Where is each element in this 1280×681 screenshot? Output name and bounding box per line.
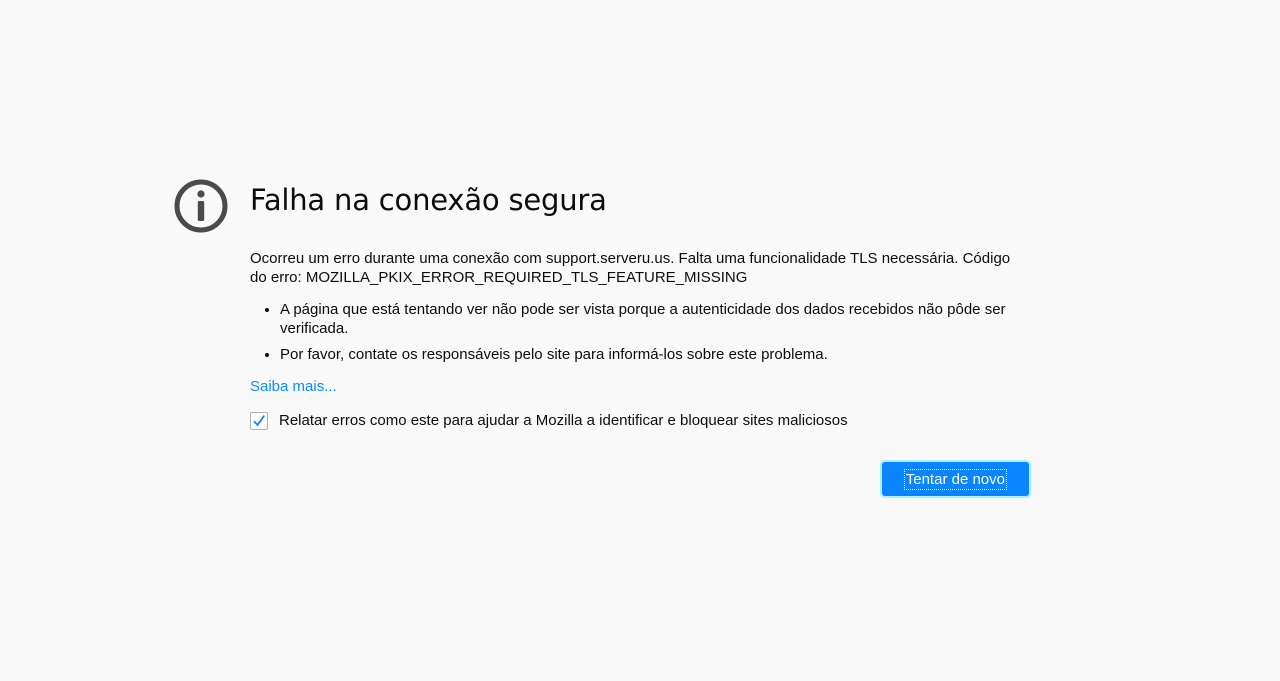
info-icon	[174, 179, 228, 233]
learn-more-link[interactable]: Saiba mais...	[250, 377, 337, 396]
error-description: Ocorreu um erro durante uma conexão com …	[250, 250, 1011, 286]
reason-list: A página que está tentando ver não pode …	[250, 300, 1030, 364]
report-errors-checkbox[interactable]	[250, 411, 268, 430]
report-errors-row: Relatar erros como este para ajudar a Mo…	[250, 411, 1030, 430]
retry-button[interactable]: Tentar de novo	[882, 463, 1028, 495]
button-row: Tentar de novo	[250, 463, 1028, 495]
report-errors-label: Relatar erros como este para ajudar a Mo…	[279, 412, 848, 429]
list-item: Por favor, contate os responsáveis pelo …	[280, 345, 1030, 364]
list-item: A página que está tentando ver não pode …	[280, 300, 1030, 338]
error-content: Falha na conexão segura Ocorreu um erro …	[250, 178, 1030, 495]
page-title: Falha na conexão segura	[250, 183, 607, 217]
error-page: Falha na conexão segura Ocorreu um erro …	[0, 0, 1280, 681]
retry-button-label: Tentar de novo	[903, 468, 1008, 490]
check-icon	[253, 414, 265, 426]
